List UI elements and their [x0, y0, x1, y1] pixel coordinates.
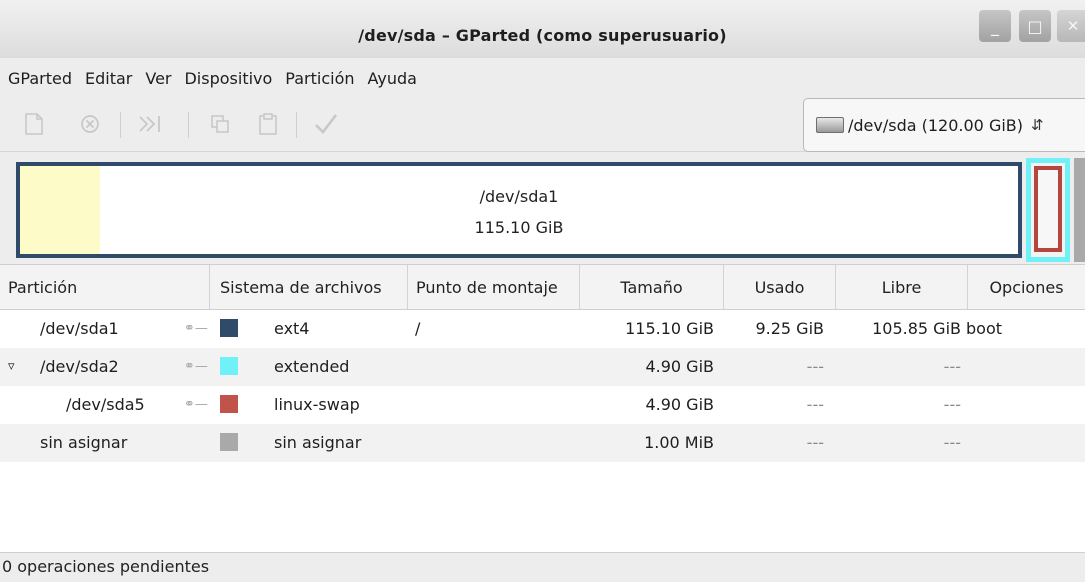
drive-icon: [816, 117, 844, 133]
filesystem: sin asignar: [274, 433, 362, 452]
resize-move-icon[interactable]: [136, 110, 164, 138]
column-header-tamano[interactable]: Tamaño: [580, 265, 724, 309]
title-bar[interactable]: /dev/sda – GParted (como superusuario) _…: [0, 0, 1085, 59]
partition-name: /dev/sda1: [40, 319, 119, 338]
column-header-opciones[interactable]: Opciones: [968, 265, 1085, 309]
copy-icon[interactable]: [206, 110, 234, 138]
table-row[interactable]: sin asignar sin asignar 1.00 MiB --- ---: [0, 424, 1085, 462]
key-icon: ⚭—: [184, 359, 208, 374]
size: 4.90 GiB: [645, 357, 714, 376]
spin-arrows-icon: ⇵: [1031, 116, 1044, 134]
used-space-fill: [20, 166, 100, 254]
fs-color-swatch: [220, 433, 238, 451]
column-header-montaje[interactable]: Punto de montaje: [408, 265, 580, 309]
partition-block-sda1[interactable]: /dev/sda1 115.10 GiB: [16, 162, 1022, 258]
menu-ayuda[interactable]: Ayuda: [368, 69, 417, 88]
column-header-libre[interactable]: Libre: [836, 265, 968, 309]
menu-editar[interactable]: Editar: [85, 69, 132, 88]
device-selector[interactable]: /dev/sda (120.00 GiB) ⇵: [803, 98, 1085, 152]
partition-block-name: /dev/sda1: [479, 187, 559, 206]
menu-bar: GParted Editar Ver Dispositivo Partición…: [0, 58, 1085, 98]
column-header-usado[interactable]: Usado: [724, 265, 836, 309]
filesystem: extended: [274, 357, 350, 376]
paste-icon[interactable]: [254, 110, 282, 138]
window-title: /dev/sda – GParted (como superusuario): [358, 26, 727, 45]
free: ---: [943, 357, 961, 376]
table-row[interactable]: /dev/sda5 ⚭— linux-swap 4.90 GiB --- ---: [0, 386, 1085, 424]
size: 4.90 GiB: [645, 395, 714, 414]
partition-block-unallocated[interactable]: [1074, 158, 1085, 262]
new-icon[interactable]: [20, 110, 48, 138]
filesystem: linux-swap: [274, 395, 360, 414]
key-icon: ⚭—: [184, 321, 208, 336]
used: ---: [806, 433, 824, 452]
size: 1.00 MiB: [644, 433, 714, 452]
table-header: Partición Sistema de archivos Punto de m…: [0, 264, 1085, 310]
pending-operations: 0 operaciones pendientes: [2, 557, 210, 576]
minimize-button[interactable]: _: [979, 10, 1011, 42]
used: ---: [806, 357, 824, 376]
status-bar: 0 operaciones pendientes: [0, 552, 1085, 582]
toolbar-separator: [296, 112, 297, 138]
free: ---: [943, 433, 961, 452]
fs-color-swatch: [220, 319, 238, 337]
filesystem: ext4: [274, 319, 310, 338]
partition-name: sin asignar: [40, 433, 128, 452]
menu-dispositivo[interactable]: Dispositivo: [184, 69, 272, 88]
menu-particion[interactable]: Partición: [285, 69, 354, 88]
used: 9.25 GiB: [755, 319, 824, 338]
free: 105.85 GiB: [872, 319, 961, 338]
toolbar-separator: [188, 112, 189, 138]
maximize-button[interactable]: □: [1019, 10, 1051, 42]
table-row[interactable]: /dev/sda1 ⚭— ext4 / 115.10 GiB 9.25 GiB …: [0, 310, 1085, 348]
key-icon: ⚭—: [184, 397, 208, 412]
delete-icon[interactable]: [76, 110, 104, 138]
partition-block-swap[interactable]: [1034, 166, 1062, 252]
flags: boot: [966, 319, 1003, 338]
used: ---: [806, 395, 824, 414]
column-header-sistema[interactable]: Sistema de archivos: [210, 265, 408, 309]
mount-point: /: [415, 319, 421, 338]
apply-icon[interactable]: [312, 110, 340, 138]
close-button[interactable]: ✕: [1057, 10, 1085, 42]
toolbar-separator: [120, 112, 121, 138]
fs-color-swatch: [220, 357, 238, 375]
free: ---: [943, 395, 961, 414]
menu-gparted[interactable]: GParted: [8, 69, 72, 88]
window-controls: _ □: [979, 10, 1051, 42]
size: 115.10 GiB: [625, 319, 714, 338]
partition-name: /dev/sda2: [40, 357, 119, 376]
menu-ver[interactable]: Ver: [145, 69, 171, 88]
table-row[interactable]: ▿ /dev/sda2 ⚭— extended 4.90 GiB --- ---: [0, 348, 1085, 386]
device-label: /dev/sda (120.00 GiB): [848, 115, 1024, 135]
partition-block-size: 115.10 GiB: [474, 218, 564, 237]
expander-icon[interactable]: ▿: [8, 348, 15, 386]
partition-name: /dev/sda5: [66, 395, 145, 414]
column-header-particion[interactable]: Partición: [0, 265, 210, 309]
fs-color-swatch: [220, 395, 238, 413]
